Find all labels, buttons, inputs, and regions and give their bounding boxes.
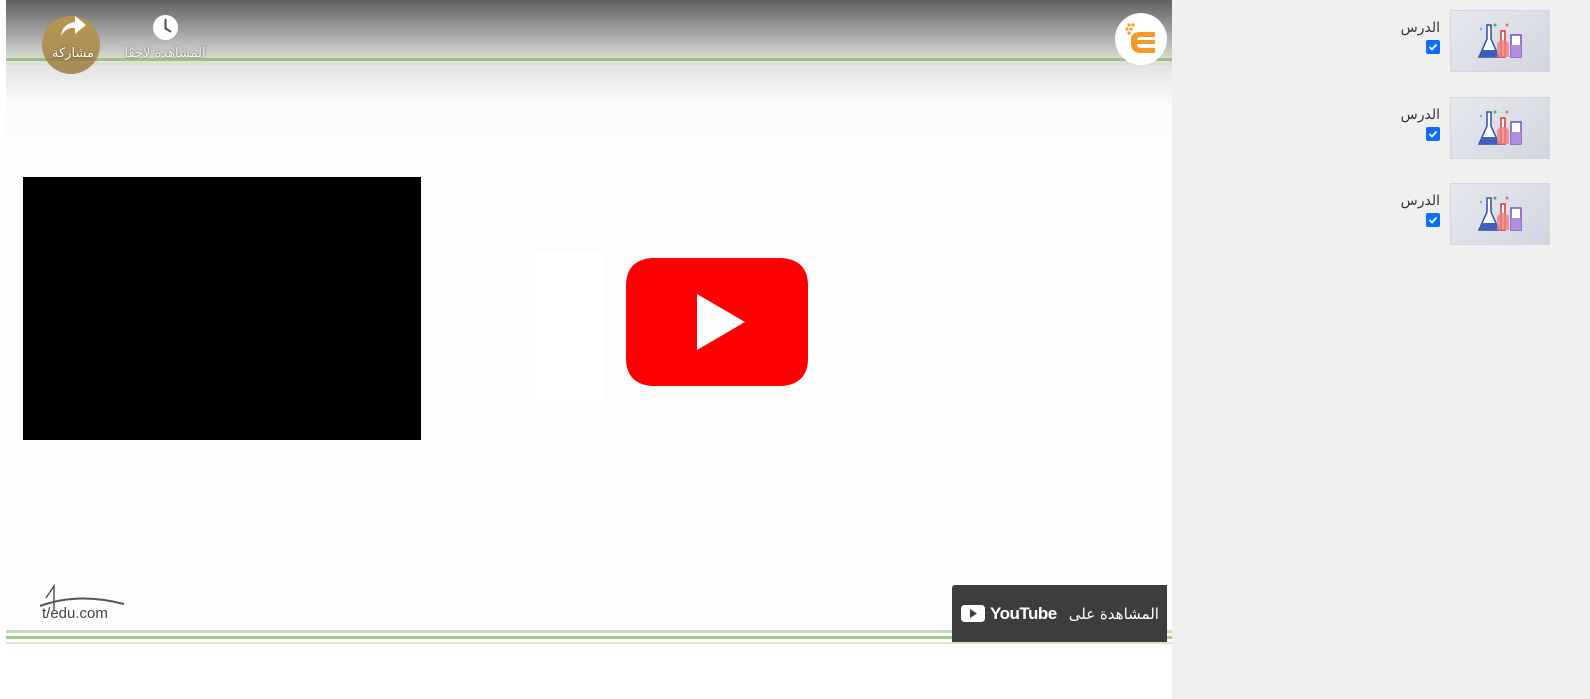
watch-on-label: المشاهدة على bbox=[1068, 604, 1159, 623]
share-button[interactable]: مشاركة bbox=[42, 14, 104, 74]
lesson-title: الدرس bbox=[1400, 193, 1440, 209]
watch-on-youtube-button[interactable]: المشاهدة على YouTube bbox=[952, 585, 1167, 642]
video-frame-black bbox=[23, 177, 421, 440]
lesson-checkbox[interactable] bbox=[1426, 40, 1440, 54]
lab-flasks-icon[interactable] bbox=[1450, 97, 1550, 159]
video-frame-white bbox=[534, 252, 604, 400]
header-stripe bbox=[6, 63, 1179, 65]
lesson-title: الدرس bbox=[1400, 20, 1440, 36]
watch-later-button[interactable]: المشاهدة لاحقًا bbox=[120, 14, 210, 61]
youtube-brand: YouTube bbox=[960, 604, 1057, 624]
youtube-logo-icon bbox=[961, 605, 986, 622]
youtube-play-icon[interactable] bbox=[624, 256, 810, 388]
lesson-item[interactable]: الدرس bbox=[1401, 183, 1550, 245]
lessons-sidebar: الدرس الدرس الدرس bbox=[1172, 0, 1590, 699]
lesson-checkbox[interactable] bbox=[1426, 213, 1440, 227]
checkmark-icon bbox=[1428, 216, 1438, 224]
youtube-wordmark: YouTube bbox=[990, 603, 1057, 623]
video-player[interactable]: المشاهدة لاحقًا مشاركة t/edu.com المشاهد… bbox=[6, 0, 1179, 651]
lesson-item[interactable]: الدرس bbox=[1401, 97, 1550, 159]
share-label: مشاركة bbox=[52, 46, 94, 61]
watch-later-label: المشاهدة لاحقًا bbox=[124, 46, 206, 61]
lab-flasks-icon[interactable] bbox=[1450, 10, 1550, 72]
share-arrow-icon bbox=[61, 16, 86, 36]
checkmark-icon bbox=[1428, 130, 1438, 138]
lesson-item[interactable]: الدرس bbox=[1401, 10, 1550, 72]
clock-icon bbox=[152, 14, 178, 41]
lab-flasks-icon[interactable] bbox=[1450, 183, 1550, 245]
footer-stripe bbox=[6, 642, 1179, 644]
lesson-checkbox[interactable] bbox=[1426, 127, 1440, 141]
checkmark-icon bbox=[1428, 43, 1438, 51]
channel-logo-icon[interactable] bbox=[1115, 13, 1167, 65]
lesson-title: الدرس bbox=[1400, 107, 1440, 123]
tedu-logo-text: t/edu.com bbox=[42, 605, 108, 622]
tedu-logo: t/edu.com bbox=[38, 583, 128, 626]
